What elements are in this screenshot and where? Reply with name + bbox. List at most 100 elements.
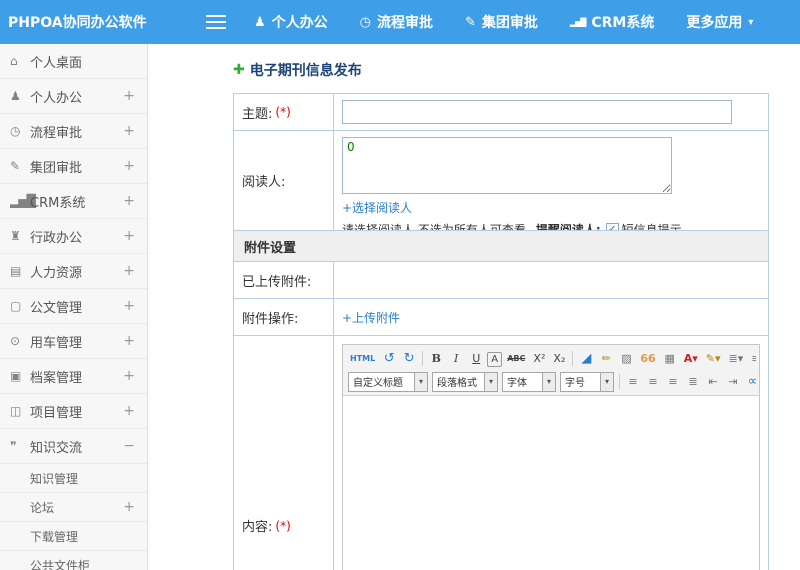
editor-paragraph-select[interactable]: 段落格式 ▾	[432, 371, 498, 392]
expand-indicator[interactable]: +	[123, 368, 135, 384]
editor-align-center-button[interactable]: ≡	[644, 372, 662, 391]
expand-indicator[interactable]: +	[123, 499, 135, 515]
sidebar-item-label: 知识交流	[30, 440, 83, 456]
select-readers-link[interactable]: +选择阅读人	[342, 199, 412, 216]
book-icon: ▤	[10, 264, 22, 278]
sidebar-item-group-approval[interactable]: ✎ 集团审批 +	[0, 149, 147, 184]
sidebar-subitem-label: 知识管理	[30, 471, 79, 486]
subject-label: 主题: (*)	[234, 94, 334, 130]
edit-icon: ✎	[10, 159, 21, 173]
content-label: 内容: (*)	[234, 336, 334, 570]
caret-down-icon: ▾	[600, 372, 613, 391]
editor-undo-button[interactable]: ↺	[380, 349, 398, 368]
caret-down-icon: ▾	[542, 372, 555, 391]
building-icon: ♜	[10, 229, 21, 243]
person-icon: ♟	[10, 89, 21, 103]
page-title-text: 电子期刊信息发布	[249, 63, 362, 79]
editor-ordered-list-button[interactable]: ≣▾	[726, 349, 747, 368]
editor-subscript-button[interactable]: X₂	[550, 349, 568, 368]
nav-group-approval[interactable]: ✎ 集团审批	[465, 12, 538, 32]
select-label: 自定义标题	[353, 378, 403, 389]
collapse-indicator[interactable]: −	[123, 438, 135, 454]
editor-indent-button[interactable]: ⇥	[724, 372, 742, 391]
journal-publish-form: 主题: (*) 阅读人: 0 +选择阅读人 请选择阅读人,不选为所有人可查看 提…	[233, 93, 769, 570]
expand-indicator[interactable]: +	[123, 333, 135, 349]
editor-underline-button[interactable]: U	[467, 349, 485, 368]
editor-table-button[interactable]: ▦	[661, 349, 679, 368]
sidebar-item-download-mgmt[interactable]: 下载管理	[0, 522, 147, 551]
editor-font-color-button[interactable]: A▾	[681, 349, 701, 368]
home-icon: ⌂	[10, 54, 18, 68]
hamburger-menu-icon[interactable]	[206, 15, 226, 29]
sidebar-item-vehicle-mgmt[interactable]: ⊙ 用车管理 +	[0, 324, 147, 359]
upload-attachment-link[interactable]: +上传附件	[342, 309, 400, 326]
label-text: 已上传附件:	[242, 274, 312, 290]
editor-format-painter-button[interactable]: ✏	[597, 349, 615, 368]
expand-indicator[interactable]: +	[123, 193, 135, 209]
editor-heading-select[interactable]: 自定义标题 ▾	[348, 371, 428, 392]
sidebar: ⌂ 个人桌面 ♟ 个人办公 + ◷ 流程审批 + ✎ 集团审批 + ▂▅█ CR…	[0, 44, 148, 570]
editor-link-button[interactable]: ∞	[744, 372, 756, 391]
expand-indicator[interactable]: +	[123, 123, 135, 139]
expand-indicator[interactable]: +	[123, 158, 135, 174]
sidebar-item-project-mgmt[interactable]: ◫ 项目管理 +	[0, 394, 147, 429]
caret-down-icon: ▾	[748, 16, 754, 28]
sidebar-item-document-mgmt[interactable]: ▢ 公文管理 +	[0, 289, 147, 324]
editor-bold-button[interactable]: B	[427, 349, 445, 368]
add-icon: ✚	[233, 62, 245, 78]
sidebar-item-personal-office[interactable]: ♟ 个人办公 +	[0, 79, 147, 114]
editor-justify-button[interactable]: ≣	[684, 372, 702, 391]
editor-align-left-button[interactable]: ≡	[624, 372, 642, 391]
readers-hint-line: 请选择阅读人,不选为所有人可查看 提醒阅读人: ✓ 短信息提示	[342, 221, 760, 230]
editor-outdent-button[interactable]: ⇤	[704, 372, 722, 391]
editor-unordered-list-button[interactable]: ≡▾	[748, 349, 756, 368]
check-icon: ✓	[607, 223, 617, 230]
nav-personal-office[interactable]: ♟ 个人办公	[254, 12, 328, 32]
sidebar-item-hr[interactable]: ▤ 人力资源 +	[0, 254, 147, 289]
required-mark: (*)	[275, 105, 291, 119]
nav-more-apps[interactable]: 更多应用 ▾	[686, 12, 753, 32]
sidebar-item-label: 人力资源	[30, 265, 83, 281]
editor-italic-button[interactable]: I	[447, 349, 465, 368]
sidebar-item-knowledge-exchange[interactable]: ❞ 知识交流 −	[0, 429, 147, 464]
top-header: PHPOA协同办公软件 ♟ 个人办公 ◷ 流程审批 ✎ 集团审批 ▂▅█ CRM…	[0, 0, 800, 44]
editor-font-style-button[interactable]: A	[487, 351, 503, 367]
editor-highlight-color-button[interactable]: ✎▾	[703, 349, 724, 368]
sidebar-item-label: 流程审批	[30, 125, 83, 141]
expand-indicator[interactable]: +	[123, 263, 135, 279]
sidebar-item-crm-system[interactable]: ▂▅█ CRM系统 +	[0, 184, 147, 219]
editor-fontsize-select[interactable]: 字号 ▾	[560, 371, 614, 392]
nav-label: 个人办公	[271, 15, 328, 31]
nav-crm-system[interactable]: ▂▅█ CRM系统	[570, 12, 654, 32]
editor-superscript-button[interactable]: X²	[530, 349, 548, 368]
sidebar-item-archive-mgmt[interactable]: ▣ 档案管理 +	[0, 359, 147, 394]
sidebar-item-personal-desktop[interactable]: ⌂ 个人桌面	[0, 44, 147, 79]
editor-blockquote-button[interactable]: 66	[637, 349, 658, 368]
editor-redo-button[interactable]: ↻	[400, 349, 418, 368]
sidebar-item-forum[interactable]: 论坛 +	[0, 493, 147, 522]
editor-align-right-button[interactable]: ≡	[664, 372, 682, 391]
attachment-ops-row: 附件操作: +上传附件	[234, 299, 768, 336]
readers-textarea[interactable]: 0	[342, 137, 672, 194]
document-icon: ▢	[10, 299, 22, 313]
nav-workflow-approval[interactable]: ◷ 流程审批	[360, 12, 433, 32]
sidebar-item-workflow-approval[interactable]: ◷ 流程审批 +	[0, 114, 147, 149]
expand-indicator[interactable]: +	[123, 228, 135, 244]
editor-strikethrough-button[interactable]: ABC	[504, 349, 528, 368]
editor-remove-format-button[interactable]: ◢	[577, 349, 595, 368]
app-title: PHPOA协同办公软件	[8, 15, 147, 31]
editor-source-button[interactable]: HTML	[347, 349, 378, 368]
expand-indicator[interactable]: +	[123, 403, 135, 419]
editor-fill-color-button[interactable]: ▨	[617, 349, 635, 368]
sms-checkbox[interactable]: ✓	[605, 223, 619, 230]
sidebar-item-admin-office[interactable]: ♜ 行政办公 +	[0, 219, 147, 254]
editor-font-select[interactable]: 字体 ▾	[502, 371, 556, 392]
sidebar-item-public-file-cabinet[interactable]: 公共文件柜	[0, 551, 147, 570]
subject-input[interactable]	[342, 100, 732, 124]
toolbar-separator	[422, 351, 424, 366]
sidebar-item-knowledge-mgmt[interactable]: 知识管理	[0, 464, 147, 493]
expand-indicator[interactable]: +	[123, 298, 135, 314]
editor-content-area[interactable]	[343, 396, 759, 570]
expand-indicator[interactable]: +	[123, 88, 135, 104]
sidebar-subitem-label: 公共文件柜	[30, 558, 91, 570]
